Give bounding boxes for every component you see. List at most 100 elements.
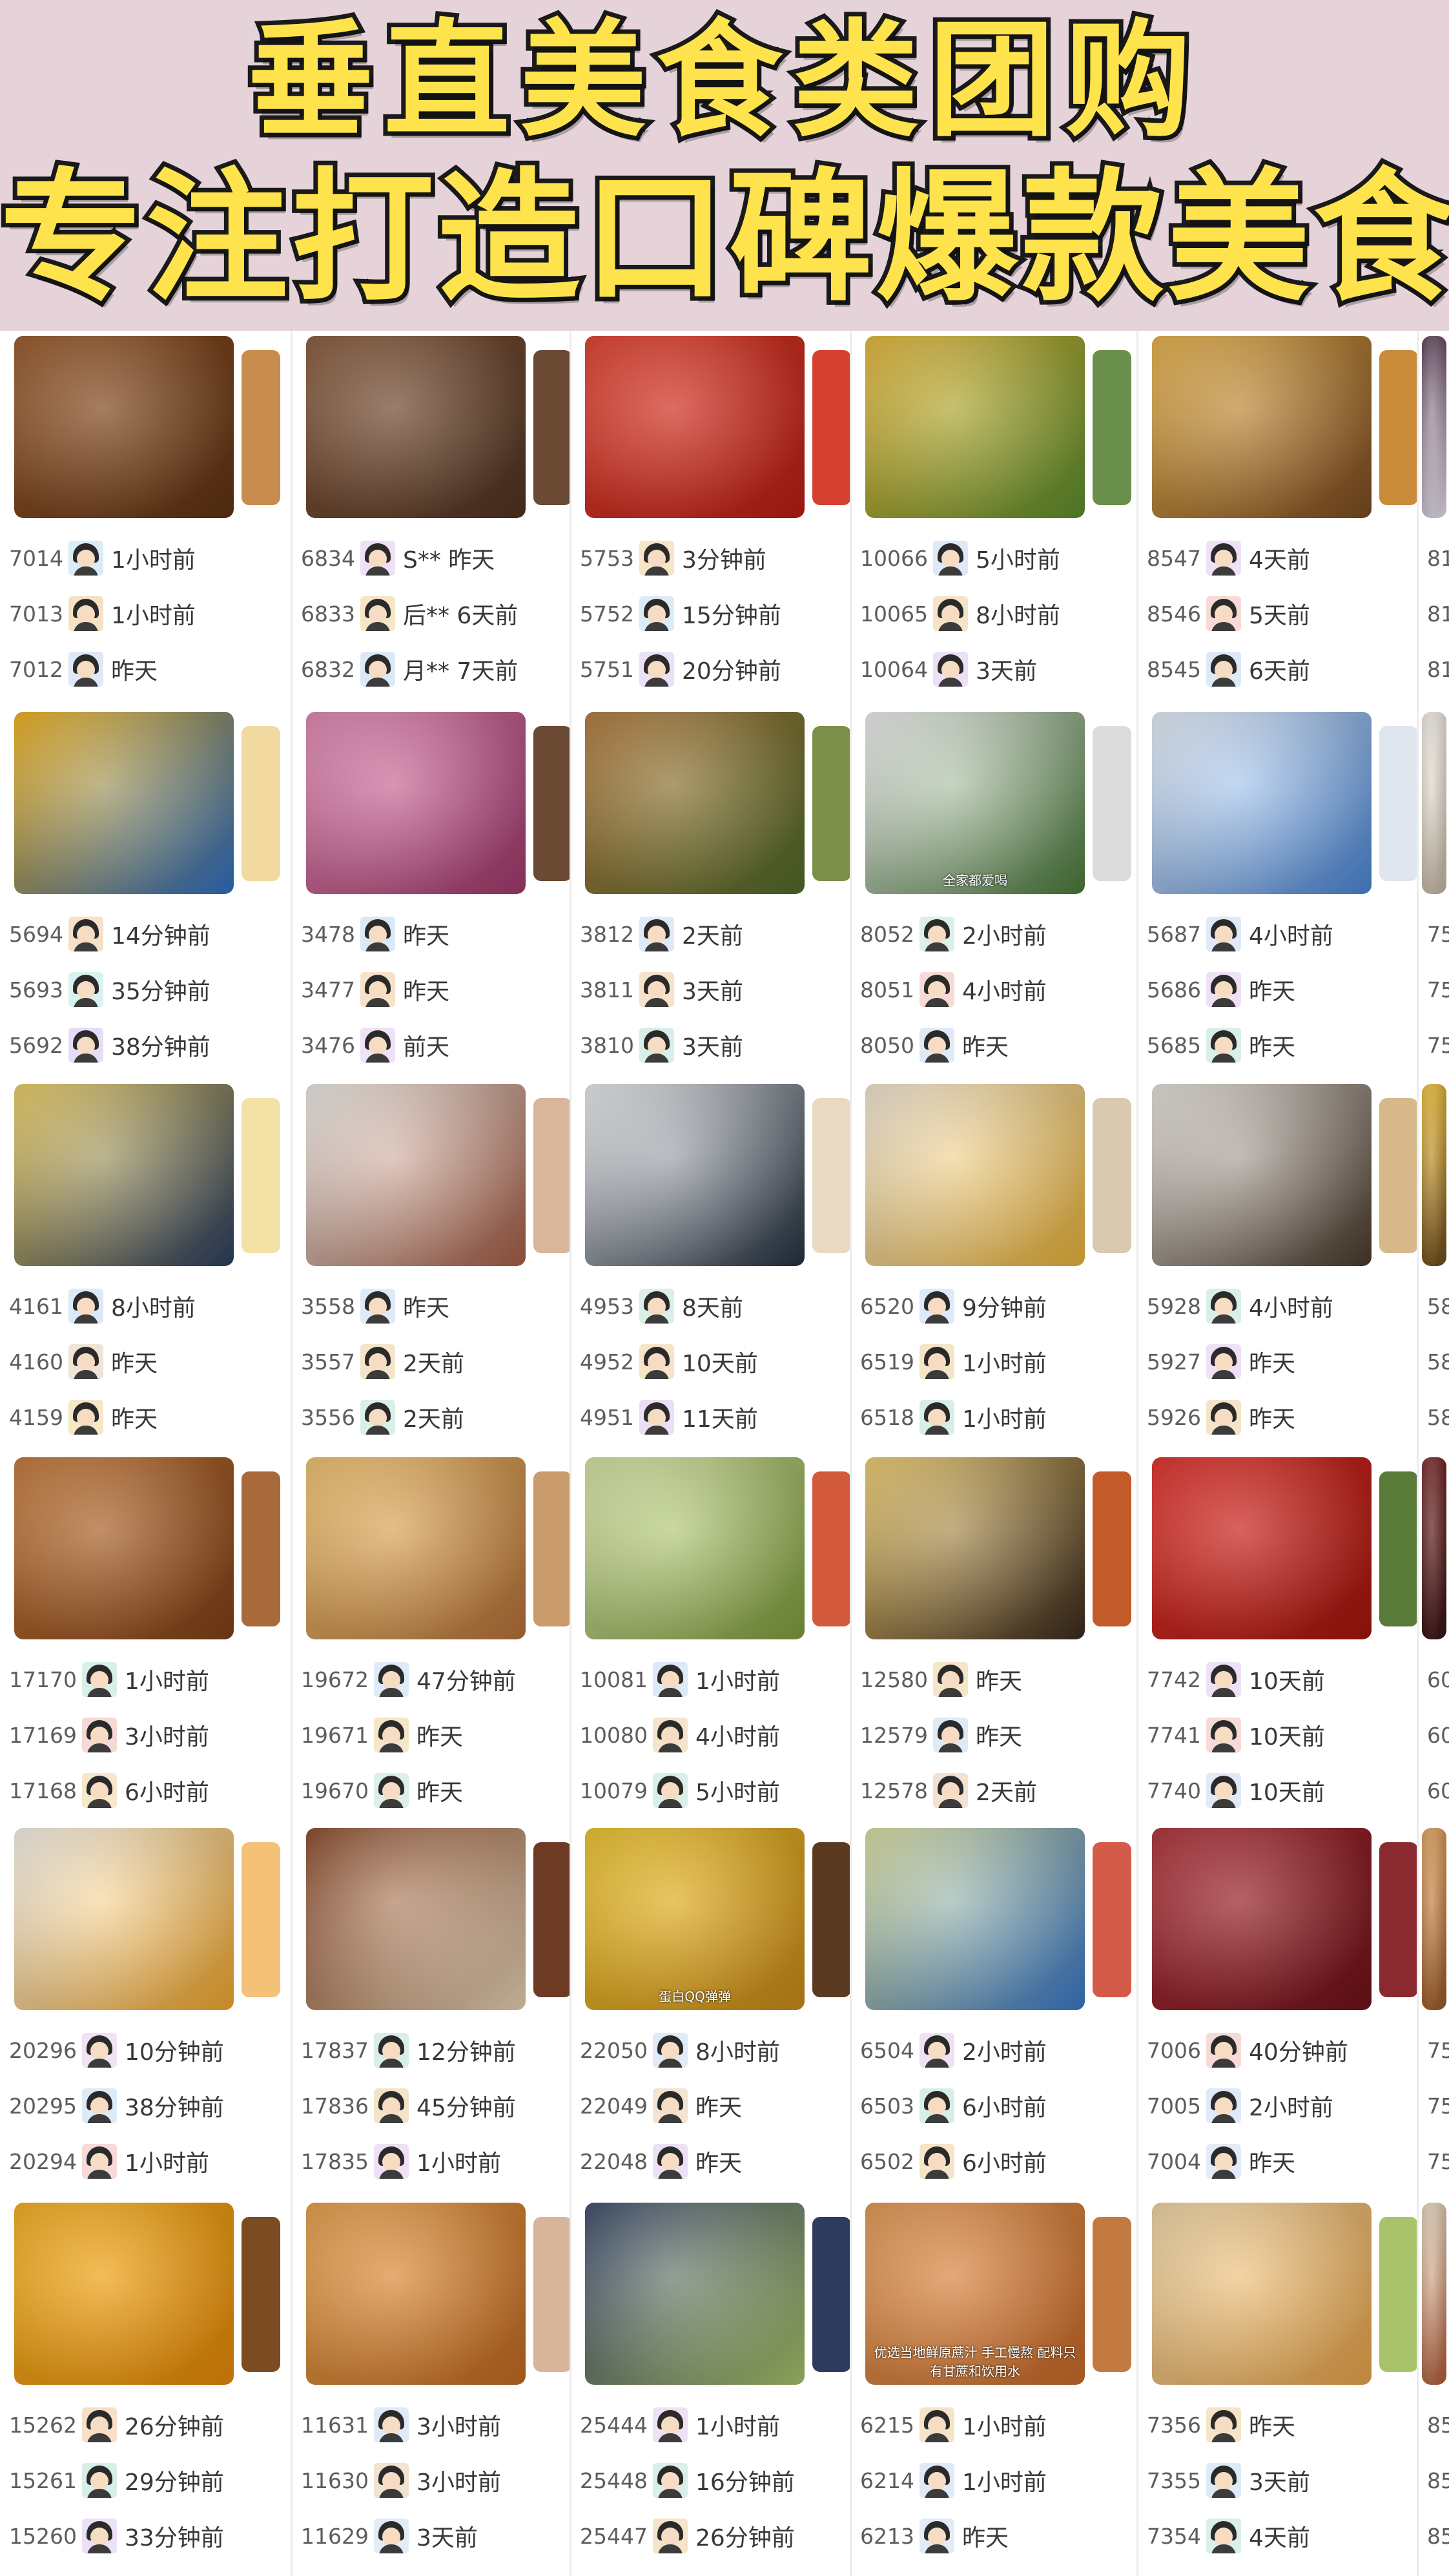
baby-corn-image[interactable] [14,1084,234,1266]
thumbnail-image[interactable] [533,2217,571,2372]
milk-bottle-image[interactable]: 全家都爱喝 [865,712,1085,894]
product-card[interactable]: 4953 8天前 4952 10天前 4951 11天前 [571,1079,851,1452]
thumbnail-image[interactable] [812,1098,851,1253]
product-card[interactable]: 优选当地鲜原蔗汁 手工慢熬 配料只有甘蔗和饮用水 6215 1小时前 6214 1小时前… [851,2197,1138,2576]
product-card[interactable]: 5687 4小时前 5686 昨天 5685 昨天 [1138,707,1418,1079]
pear-slice-image[interactable] [1422,712,1446,894]
product-card[interactable]: 5753 3分钟前 5752 15分钟前 5751 20分钟前 [571,331,851,707]
product-card[interactable]: 7356 昨天 7355 3天前 7354 4天前 [1138,2197,1418,2576]
thumbnail-image[interactable] [242,726,280,881]
rye-bread-image[interactable] [306,336,526,518]
product-card[interactable]: 20296 10分钟前 20295 38分钟前 20294 1小时前 [0,1823,292,2197]
thumbnail-image[interactable] [242,2217,280,2372]
thumbnail-image[interactable] [1379,1098,1418,1253]
product-card[interactable]: 6834 S** 昨天 6833 后** 6天前 6832 月** 7天前 [292,331,571,707]
product-card[interactable]: 5694 14分钟前 5693 35分钟前 5692 38分钟前 [0,707,292,1079]
thumbnail-image[interactable] [812,1842,851,1997]
salad-bowl-image[interactable] [1422,2203,1446,2385]
blueberries-image[interactable] [585,2203,805,2385]
product-card[interactable]: 17170 1小时前 17169 3小时前 17168 6小时前 [0,1452,292,1823]
coconut-meat-image[interactable] [585,1084,805,1266]
thumbnail-image[interactable] [1379,1842,1418,1997]
snack-packs-image[interactable] [306,1084,526,1266]
product-card[interactable]: 3812 2天前 3811 3天前 3810 3天前 [571,707,851,1079]
thumbnail-image[interactable] [242,1098,280,1253]
choc-crackers-image[interactable] [1152,336,1372,518]
product-card[interactable]: 750 750 750 [1418,707,1449,1079]
cheese-pastry-image[interactable] [306,1457,526,1639]
thumbnail-image[interactable] [812,726,851,881]
product-card[interactable]: 10066 5小时前 10065 8小时前 10064 3天前 [851,331,1138,707]
yellow-fruit-image[interactable] [14,712,234,894]
cheese-tart-image[interactable] [865,1457,1085,1639]
product-card[interactable]: 10081 1小时前 10080 4小时前 10079 5小时前 [571,1452,851,1823]
meat-sauce-image[interactable] [306,1828,526,2010]
product-card[interactable]: 5928 4小时前 5927 昨天 5926 昨天 [1138,1079,1418,1452]
crisp-tins-image[interactable] [585,712,805,894]
product-card[interactable]: 15262 26分钟前 15261 29分钟前 15260 33分钟前 [0,2197,292,2576]
product-card[interactable]: 4161 8小时前 4160 昨天 4159 昨天 [0,1079,292,1452]
thumbnail-image[interactable] [242,1471,280,1626]
product-card[interactable]: 7742 10天前 7741 10天前 7740 10天前 [1138,1452,1418,1823]
thumbnail-image[interactable] [1379,350,1418,505]
product-card[interactable]: 3478 昨天 3477 昨天 3476 前天 [292,707,571,1079]
thumbnail-image[interactable] [1093,1471,1131,1626]
thumbnail-image[interactable] [242,350,280,505]
noodles-egg-image[interactable] [1152,2203,1372,2385]
thumbnail-image[interactable] [533,350,571,505]
beef-cuts-image[interactable] [1152,1828,1372,2010]
thumbnail-image[interactable] [533,1842,571,1997]
thumbnail-image[interactable] [812,1471,851,1626]
thumbnail-image[interactable] [812,350,851,505]
cherry-tomatoes-image[interactable] [1152,1457,1372,1639]
fresh-coconut-image[interactable] [1152,1084,1372,1266]
product-card[interactable]: 蛋白QQ弹弹 22050 8小时前 22049 昨天 22048 昨天 [571,1823,851,2197]
thumbnail-image[interactable] [1093,726,1131,881]
product-card[interactable]: 750 750 750 [1418,1823,1449,2197]
grilled-chicken-image[interactable] [14,1457,234,1639]
apple-slice-image[interactable] [865,1828,1085,2010]
tomato-slice-image[interactable] [585,336,805,518]
product-card[interactable]: 581 581 581 [1418,1079,1449,1452]
product-card[interactable]: 全家都爱喝 8052 2小时前 8051 4小时前 8050 昨天 [851,707,1138,1079]
product-card[interactable]: 19672 47分钟前 19671 昨天 19670 昨天 [292,1452,571,1823]
bread-rolls-image[interactable] [1422,1828,1446,2010]
sweet-potato-image[interactable] [14,2203,234,2385]
thumbnail-image[interactable] [1379,2217,1418,2372]
product-card[interactable]: 7006 40分钟前 7005 2小时前 7004 昨天 [1138,1823,1418,2197]
gift-box-image[interactable] [306,712,526,894]
thumbnail-image[interactable] [1093,350,1131,505]
product-card[interactable]: 6520 9分钟前 6519 1小时前 6518 1小时前 [851,1079,1138,1452]
thumbnail-image[interactable] [533,1471,571,1626]
product-card[interactable]: 854 853 853 [1418,2197,1449,2576]
egg-yolk-image[interactable] [14,1828,234,2010]
product-card[interactable]: 3558 昨天 3557 2天前 3556 2天前 [292,1079,571,1452]
grape-bunch-image[interactable] [1422,336,1446,518]
rock-sugar-image[interactable]: 优选当地鲜原蔗汁 手工慢熬 配料只有甘蔗和饮用水 [865,2203,1085,2385]
green-fruit-image[interactable] [585,1457,805,1639]
product-card[interactable]: 11631 3小时前 11630 3小时前 11629 3天前 [292,2197,571,2576]
product-card[interactable]: 25444 1小时前 25448 16分钟前 25447 26分钟前 [571,2197,851,2576]
layer-sandwich-image[interactable] [865,1084,1085,1266]
product-card[interactable]: 6504 2小时前 6503 6小时前 6502 6小时前 [851,1823,1138,2197]
product-card[interactable]: 17837 12分钟前 17836 45分钟前 17835 1小时前 [292,1823,571,2197]
mango-cubes-image[interactable] [1422,1084,1446,1266]
thumbnail-image[interactable] [1093,1098,1131,1253]
thumbnail-image[interactable] [242,1842,280,1997]
croissant-image[interactable] [306,2203,526,2385]
product-card[interactable]: 7014 1小时前 7013 1小时前 7012 昨天 [0,331,292,707]
milk-drinks-image[interactable] [1152,712,1372,894]
product-card[interactable]: 601 601 601 [1418,1452,1449,1823]
thumbnail-image[interactable] [533,1098,571,1253]
thumbnail-image[interactable] [812,2217,851,2372]
thumbnail-image[interactable] [1093,2217,1131,2372]
thumbnail-image[interactable] [1379,1471,1418,1626]
dried-dates-image[interactable] [1422,1457,1446,1639]
fried-pancake-image[interactable] [865,336,1085,518]
product-card[interactable]: 8547 4天前 8546 5天前 8545 6天前 [1138,331,1418,707]
product-card[interactable]: 12580 昨天 12579 昨天 12578 2天前 [851,1452,1138,1823]
thumbnail-image[interactable] [1379,726,1418,881]
grilled-sausages-image[interactable] [14,336,234,518]
product-card[interactable]: 819 819 819 [1418,331,1449,707]
salted-egg-image[interactable]: 蛋白QQ弹弹 [585,1828,805,2010]
